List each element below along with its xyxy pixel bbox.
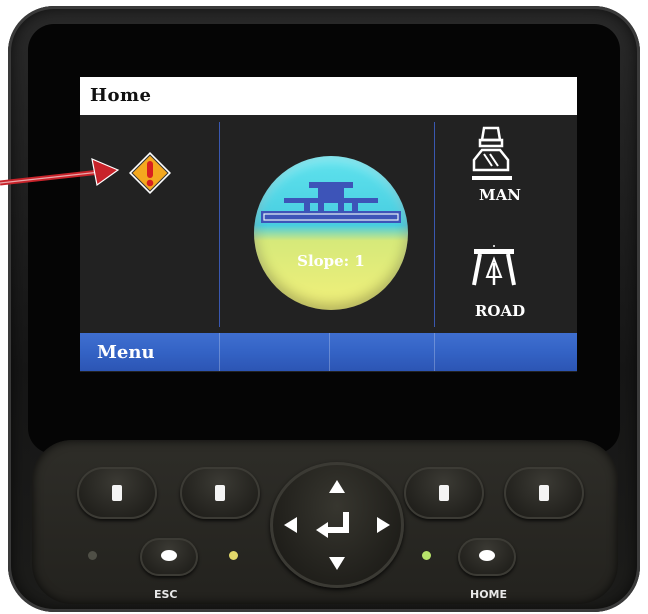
- home-key-label: HOME: [470, 588, 508, 601]
- esc-key[interactable]: [140, 538, 198, 576]
- road-button-label[interactable]: ROAD: [465, 302, 535, 320]
- soft-key-1[interactable]: [77, 467, 157, 519]
- man-button-label[interactable]: MAN: [465, 186, 535, 204]
- soft-key-4[interactable]: [504, 467, 584, 519]
- menu-label[interactable]: Menu: [97, 342, 155, 363]
- status-led-2: [229, 551, 238, 560]
- soft-key-3[interactable]: [404, 467, 484, 519]
- status-led-3: [422, 551, 431, 560]
- column-divider: [219, 122, 220, 327]
- menu-bar[interactable]: Menu: [80, 333, 577, 371]
- menu-separator: [329, 333, 330, 371]
- navigation-pad[interactable]: [270, 462, 404, 588]
- home-key[interactable]: [458, 538, 516, 576]
- slope-label: Slope: 1: [297, 252, 365, 270]
- menu-separator: [219, 333, 220, 371]
- warning-icon[interactable]: [127, 150, 173, 196]
- dpad-arrows-icon: [284, 480, 390, 570]
- road-icon[interactable]: [472, 243, 516, 287]
- callout-arrow-icon: [0, 158, 120, 187]
- display-screen: Home Slope: 1 MAN ROAD Menu: [80, 77, 577, 372]
- screed-icon: [261, 182, 401, 223]
- slope-indicator[interactable]: Slope: 1: [254, 156, 408, 310]
- esc-key-label: ESC: [154, 588, 178, 601]
- menu-separator: [434, 333, 435, 371]
- title-bar: Home: [80, 77, 577, 115]
- page-title: Home: [90, 85, 152, 106]
- paver-icon[interactable]: [470, 126, 514, 182]
- soft-key-2[interactable]: [180, 467, 260, 519]
- column-divider: [434, 122, 435, 327]
- status-led-1: [88, 551, 97, 560]
